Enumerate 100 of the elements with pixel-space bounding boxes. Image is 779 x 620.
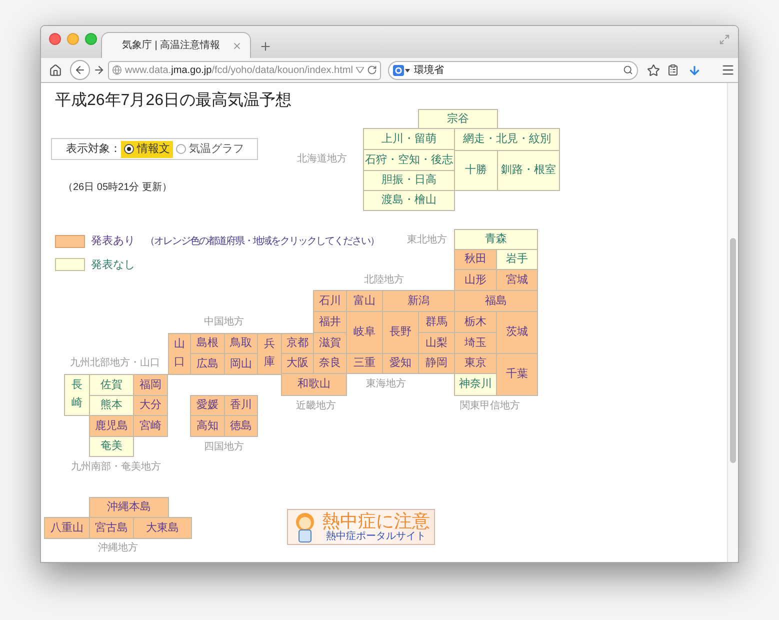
region-link-cell[interactable]: 三重 [346,353,383,374]
region-link-cell[interactable]: 山口 [168,333,191,375]
region-label: 九州北部地方・山口 [70,356,160,370]
region-link-cell[interactable]: 福島 [454,290,538,312]
region-label: 東海地方 [366,377,406,392]
region-cell: 釧路・根室 [497,150,560,191]
region-link-cell[interactable]: 和歌山 [281,373,347,396]
region-link-cell[interactable]: 鳥取 [224,333,258,354]
browser-tab[interactable]: 気象庁 | 高温注意情報 [101,32,251,58]
updated-time: （26日 05時21分 更新） [63,182,173,194]
back-button[interactable] [70,60,90,80]
banner-subtitle: 熱中症ポータルサイト [326,531,426,542]
region-link-cell[interactable]: 東京 [454,353,497,374]
display-radio-option[interactable]: 情報文 [121,140,173,158]
region-link-cell[interactable]: 愛知 [382,353,419,374]
new-tab-icon[interactable] [259,40,272,53]
region-link-cell[interactable]: 長野 [382,311,419,354]
region-link-cell[interactable]: 滋賀 [313,332,347,354]
region-cell: 長崎 [64,374,90,416]
region-cell: 宗谷 [418,109,498,130]
scrollbar[interactable] [727,83,738,562]
region-link-cell[interactable]: 千葉 [496,353,538,396]
search-engine-icon[interactable] [393,64,411,76]
search-field[interactable]: 環境省 [388,60,638,80]
region-link-cell[interactable]: 大阪 [281,353,314,374]
region-link-cell[interactable]: 鹿児島 [89,415,134,437]
region-label: 沖縄地方 [98,541,138,556]
forward-icon[interactable] [93,64,105,76]
search-icon[interactable] [623,65,633,75]
display-radio-option[interactable]: 気温グラフ [173,140,247,158]
region-label: 東北地方 [407,233,447,248]
region-link-cell[interactable]: 茨城 [496,311,538,354]
region-cell: 十勝 [454,150,498,191]
globe-icon [112,65,122,75]
region-cell: 青森 [454,229,538,250]
region-link-cell[interactable]: 山形 [454,269,497,291]
address-field[interactable]: www.data.jma.go.jp/fcd/yoho/data/kouon/index.html [108,60,381,80]
download-icon[interactable] [688,64,701,76]
legend-note: （オレンジ色の都道府県・地域をクリックしてください） [145,234,379,249]
close-window-button[interactable] [49,33,61,45]
region-link-cell[interactable]: 新潟 [382,290,455,312]
region-link-cell[interactable]: 沖縄本島 [89,497,169,518]
page-title: 平成26年7月26日の最高気温予想 [55,90,292,111]
region-link-cell[interactable]: 愛媛 [190,395,225,416]
region-cell: 石狩・空知・後志 [363,149,455,171]
back-arrow-icon [74,64,86,76]
region-cell: 上川・留萌 [363,128,455,150]
region-cell: 渡島・檜山 [363,190,455,211]
region-link-cell[interactable]: 島根 [190,333,225,354]
region-link-cell[interactable]: 徳島 [224,415,258,437]
heatstroke-banner[interactable]: 熱中症に注意 熱中症ポータルサイト [287,509,435,545]
region-cell: 岩手 [496,249,538,270]
region-cell: 奄美 [89,436,134,457]
region-label: 北海道地方 [297,152,347,166]
region-link-cell[interactable]: 奈良 [313,353,347,374]
region-cell: 神奈川 [454,373,497,396]
region-link-cell[interactable]: 富山 [346,290,383,312]
region-link-cell[interactable]: 高知 [190,415,225,437]
region-label: 中国地方 [204,315,244,330]
region-link-cell[interactable]: 秋田 [454,249,497,270]
region-link-cell[interactable]: 栃木 [454,311,497,333]
url-text: www.data.jma.go.jp/fcd/yoho/data/kouon/index.html [125,64,353,78]
region-link-cell[interactable]: 岐阜 [346,311,383,354]
region-link-cell[interactable]: 兵庫 [257,333,282,375]
region-label: 関東甲信地方 [460,399,520,414]
region-label: 北陸地方 [364,273,404,288]
region-link-cell[interactable]: 石川 [313,290,347,312]
home-icon[interactable] [49,64,62,76]
selector-label: 表示対象： [66,142,121,157]
region-link-cell[interactable]: 広島 [190,353,225,375]
close-tab-icon[interactable] [232,40,242,50]
region-link-cell[interactable]: 大東島 [133,517,192,539]
region-cell: 胆振・日高 [363,170,455,191]
region-link-cell[interactable]: 静岡 [418,353,455,374]
region-link-cell[interactable]: 群馬 [418,311,455,333]
bookmark-star-icon[interactable] [647,64,660,76]
region-link-cell[interactable]: 宮古島 [89,517,134,539]
region-link-cell[interactable]: 宮城 [496,269,538,291]
reload-icon[interactable] [367,65,377,75]
region-link-cell[interactable]: 大分 [133,395,168,416]
region-link-cell[interactable]: 八重山 [44,517,90,539]
region-cell: 熊本 [89,395,134,416]
banner-title: 熱中症に注意 [322,512,430,531]
region-link-cell[interactable]: 埼玉 [454,332,497,354]
region-link-cell[interactable]: 岡山 [224,353,258,375]
region-cell: 佐賀 [89,374,134,396]
clipboard-icon[interactable] [667,64,679,76]
region-label: 近畿地方 [296,399,336,414]
region-link-cell[interactable]: 香川 [224,395,258,416]
region-cell: 網走・北見・紋別 [454,128,560,151]
dropdown-triangle-icon[interactable] [356,67,364,73]
region-link-cell[interactable]: 福岡 [133,374,168,396]
menu-icon[interactable] [721,63,735,77]
region-link-cell[interactable]: 山梨 [418,332,455,354]
region-link-cell[interactable]: 京都 [281,333,314,354]
region-link-cell[interactable]: 福井 [313,311,347,333]
region-label: 四国地方 [204,440,244,454]
region-link-cell[interactable]: 宮崎 [133,415,168,437]
legend-label: 発表あり [91,234,135,249]
legend-label: 発表なし [91,258,135,272]
